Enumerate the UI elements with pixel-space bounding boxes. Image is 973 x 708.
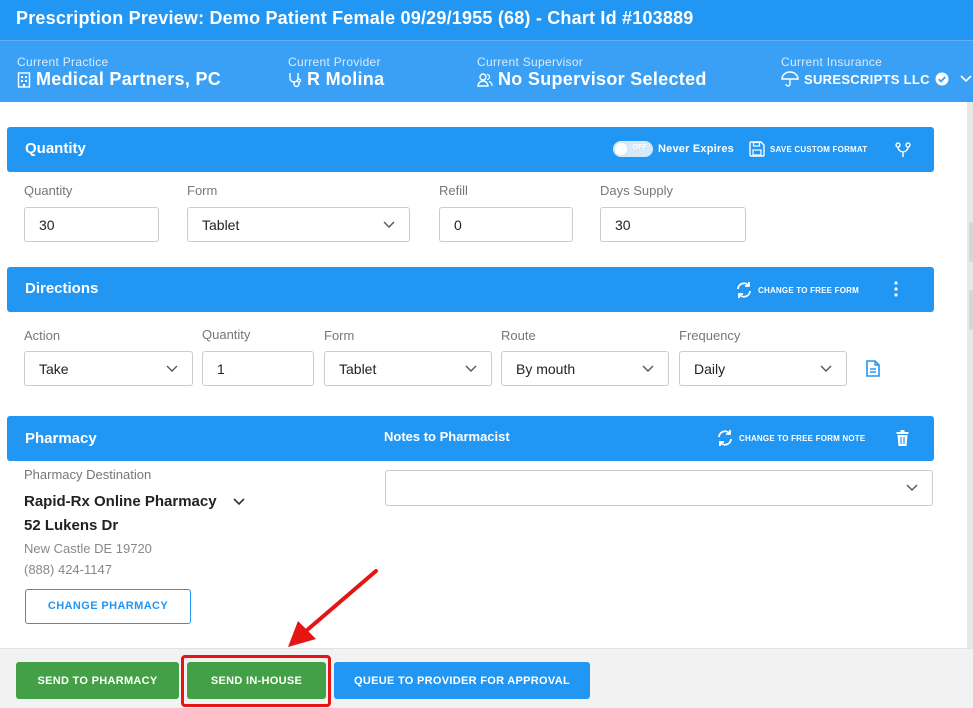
pharmacy-name: Rapid-Rx Online Pharmacy [24, 493, 217, 510]
current-practice[interactable]: Current Practice Medical Partners, PC [17, 55, 221, 90]
save-custom-format-button[interactable]: SAVE CUSTOM FORMAT [749, 141, 867, 157]
pharmacy-title: Pharmacy [25, 430, 97, 447]
dose-form-select-value: Tablet [339, 361, 377, 377]
frequency-select[interactable]: Daily [679, 351, 847, 386]
provider-label: Current Provider [288, 55, 381, 69]
current-insurance[interactable]: Current Insurance SURESCRIPTS LLC [781, 55, 972, 87]
change-to-free-form-button[interactable]: CHANGE TO FREE FORM [735, 281, 859, 299]
chevron-down-icon [906, 484, 918, 491]
never-expires-toggle[interactable]: OFF Never Expires [613, 141, 734, 157]
frequency-select-value: Daily [694, 361, 726, 377]
chevron-down-icon [642, 365, 654, 372]
umbrella-icon [781, 71, 799, 87]
users-icon [477, 72, 493, 87]
queue-to-provider-button[interactable]: QUEUE TO PROVIDER FOR APPROVAL [334, 662, 590, 699]
practice-label: Current Practice [17, 55, 109, 69]
frequency-label: Frequency [679, 328, 741, 343]
chevron-down-icon[interactable] [960, 75, 972, 83]
save-icon [749, 141, 765, 157]
scrollbar-track[interactable] [967, 102, 973, 648]
document-add-icon[interactable] [866, 360, 881, 377]
quantity-label: Quantity [24, 183, 73, 198]
toggle-state: OFF [632, 144, 647, 151]
current-provider[interactable]: Current Provider R Molina [288, 55, 384, 90]
supervisor-label: Current Supervisor [477, 55, 584, 69]
pharmacy-phone: (888) 424-1147 [24, 562, 112, 577]
save-custom-format-label: SAVE CUSTOM FORMAT [770, 144, 868, 154]
chevron-down-icon [232, 497, 245, 505]
form-select[interactable]: Tablet [187, 207, 410, 242]
refill-label: Refill [439, 183, 468, 198]
side-tab[interactable] [969, 222, 973, 262]
dose-form-label: Form [324, 328, 355, 343]
pharmacy-header: Pharmacy Notes to Pharmacist CHANGE TO F… [7, 416, 934, 461]
insurance-label: Current Insurance [781, 55, 883, 69]
pharmacy-destination-label: Pharmacy Destination [24, 467, 152, 482]
chevron-down-icon [820, 365, 832, 372]
stethoscope-icon [289, 72, 302, 87]
highlight-box [181, 655, 331, 707]
never-expires-label: Never Expires [658, 143, 734, 155]
route-select-value: By mouth [516, 361, 576, 377]
directions-header: Directions CHANGE TO FREE FORM [7, 267, 934, 312]
current-supervisor[interactable]: Current Supervisor No Supervisor Selecte… [477, 55, 707, 90]
chevron-down-icon [383, 221, 395, 228]
days-supply-label: Days Supply [600, 183, 673, 198]
supervisor-value: No Supervisor Selected [498, 69, 707, 89]
change-to-free-form-note-label: CHANGE TO FREE FORM NOTE [739, 433, 866, 443]
action-label: Action [24, 328, 61, 343]
chevron-down-icon [465, 365, 477, 372]
pharmacy-city: New Castle DE 19720 [24, 541, 152, 556]
chevron-down-icon [166, 365, 178, 372]
pharmacy-selector[interactable]: Rapid-Rx Online Pharmacy [24, 493, 245, 510]
pharmacy-address: 52 Lukens Dr [24, 517, 119, 534]
trash-icon[interactable] [896, 430, 909, 446]
route-select[interactable]: By mouth [501, 351, 669, 386]
quantity-title: Quantity [25, 140, 86, 157]
quantity-header: Quantity OFF Never Expires SAVE CUSTOM F… [7, 127, 934, 172]
days-supply-input[interactable]: 30 [600, 207, 746, 242]
provider-value: R Molina [307, 69, 385, 89]
more-vertical-icon[interactable] [893, 281, 899, 297]
form-select-value: Tablet [202, 217, 240, 233]
dose-form-select[interactable]: Tablet [324, 351, 492, 386]
page-title: Prescription Preview: Demo Patient Femal… [0, 0, 973, 40]
change-pharmacy-button[interactable]: CHANGE PHARMACY [25, 589, 191, 624]
toggle-switch[interactable]: OFF [613, 141, 653, 157]
dose-quantity-input[interactable]: 1 [202, 351, 314, 386]
practice-value: Medical Partners, PC [36, 69, 222, 89]
route-label: Route [501, 328, 536, 343]
form-label: Form [187, 183, 218, 198]
send-to-pharmacy-button[interactable]: SEND TO PHARMACY [16, 662, 179, 699]
change-to-free-form-note-button[interactable]: CHANGE TO FREE FORM NOTE [716, 429, 865, 447]
notes-to-pharmacist-title: Notes to Pharmacist [384, 429, 510, 444]
quantity-input[interactable]: 30 [24, 207, 159, 242]
dose-quantity-label: Quantity [202, 327, 251, 342]
side-tab[interactable] [969, 290, 973, 330]
action-select[interactable]: Take [24, 351, 193, 386]
refresh-icon [737, 282, 751, 298]
refresh-icon [718, 430, 732, 446]
check-circle-icon [935, 72, 949, 86]
action-select-value: Take [39, 361, 69, 377]
insurance-value: SURESCRIPTS LLC [804, 71, 930, 87]
change-to-free-form-label: CHANGE TO FREE FORM [758, 285, 859, 295]
context-bar: Current Practice Medical Partners, PC Cu… [0, 40, 973, 102]
red-arrow-annotation [288, 569, 378, 647]
notes-to-pharmacist-select[interactable] [385, 470, 933, 506]
directions-title: Directions [25, 280, 99, 297]
refill-input[interactable]: 0 [439, 207, 573, 242]
split-icon[interactable] [895, 142, 911, 158]
building-icon [17, 71, 31, 88]
